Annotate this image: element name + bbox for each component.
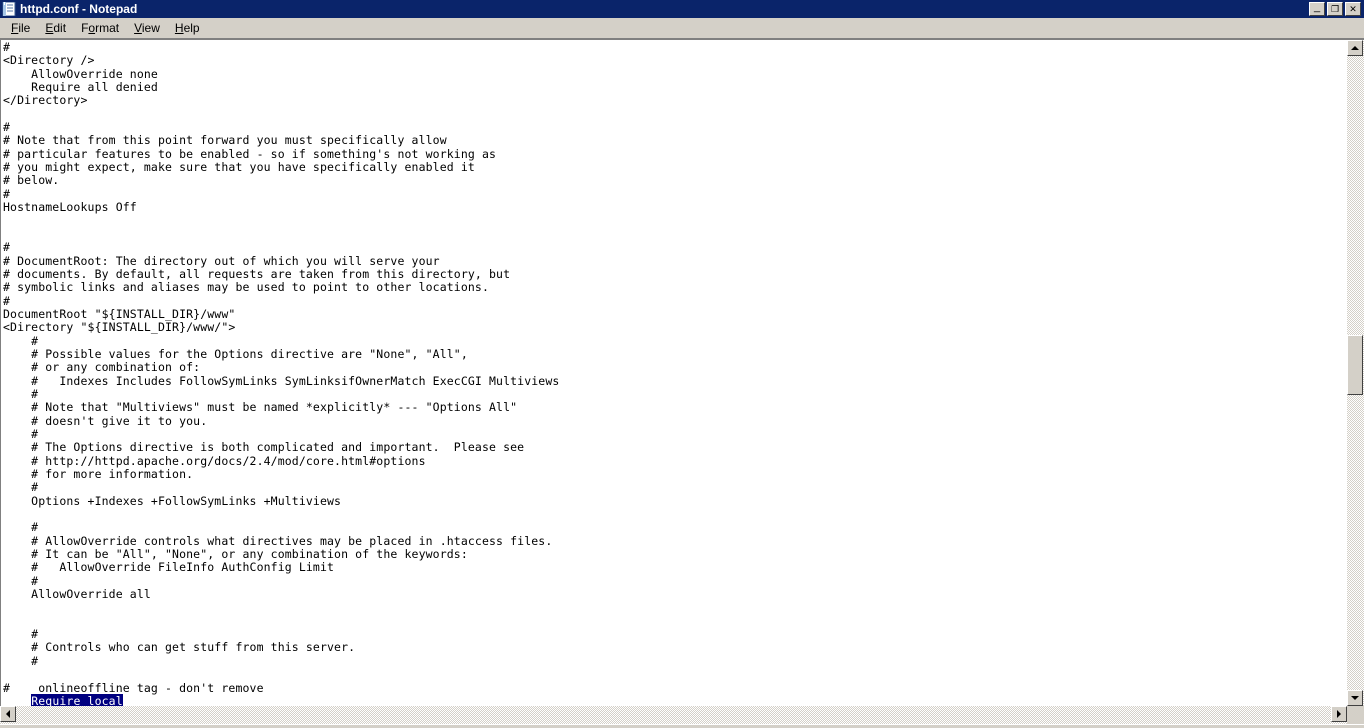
menu-bar: File Edit Format View Help	[0, 18, 1364, 39]
horizontal-scrollbar-row	[0, 706, 1364, 724]
scroll-up-button[interactable]	[1347, 40, 1363, 56]
vertical-scroll-thumb[interactable]	[1347, 335, 1363, 395]
caption-buttons: _ ❐ ✕	[1309, 2, 1361, 16]
client-area: # <Directory /> AllowOverride none Requi…	[0, 39, 1364, 728]
minimize-icon: _	[1313, 1, 1321, 13]
close-button[interactable]: ✕	[1345, 2, 1361, 16]
editor-row: # <Directory /> AllowOverride none Requi…	[0, 39, 1364, 706]
scroll-up-icon	[1351, 46, 1359, 50]
scroll-down-button[interactable]	[1347, 690, 1363, 706]
selected-text[interactable]: Require local	[31, 693, 123, 706]
scrollbar-corner	[1347, 706, 1364, 724]
scroll-left-icon	[6, 710, 10, 718]
scroll-right-button[interactable]	[1331, 706, 1347, 722]
vertical-scrollbar[interactable]	[1347, 39, 1364, 706]
title-bar[interactable]: httpd.conf - Notepad _ ❐ ✕	[0, 0, 1364, 18]
minimize-button[interactable]: _	[1309, 2, 1325, 16]
horizontal-scrollbar[interactable]	[0, 706, 1347, 724]
scroll-down-icon	[1351, 696, 1359, 700]
menu-item-view[interactable]: View	[127, 19, 168, 37]
menu-item-help[interactable]: Help	[168, 19, 208, 37]
restore-button[interactable]: ❐	[1327, 2, 1343, 16]
menu-item-file[interactable]: File	[4, 19, 38, 37]
scroll-left-button[interactable]	[0, 706, 16, 722]
notepad-icon	[2, 1, 16, 17]
editor-text[interactable]: # <Directory /> AllowOverride none Requi…	[3, 40, 1347, 706]
text-editor-area[interactable]: # <Directory /> AllowOverride none Requi…	[0, 39, 1347, 706]
window-bottom-edge	[0, 724, 1364, 728]
restore-icon: ❐	[1330, 3, 1340, 14]
window-title: httpd.conf - Notepad	[20, 2, 138, 16]
scroll-right-icon	[1337, 710, 1341, 718]
menu-item-format[interactable]: Format	[74, 19, 127, 37]
notepad-window: httpd.conf - Notepad _ ❐ ✕ File Edit For…	[0, 0, 1364, 728]
menu-item-edit[interactable]: Edit	[38, 19, 74, 37]
close-icon: ✕	[1349, 3, 1357, 14]
editor-text-before: # <Directory /> AllowOverride none Requi…	[3, 40, 560, 695]
